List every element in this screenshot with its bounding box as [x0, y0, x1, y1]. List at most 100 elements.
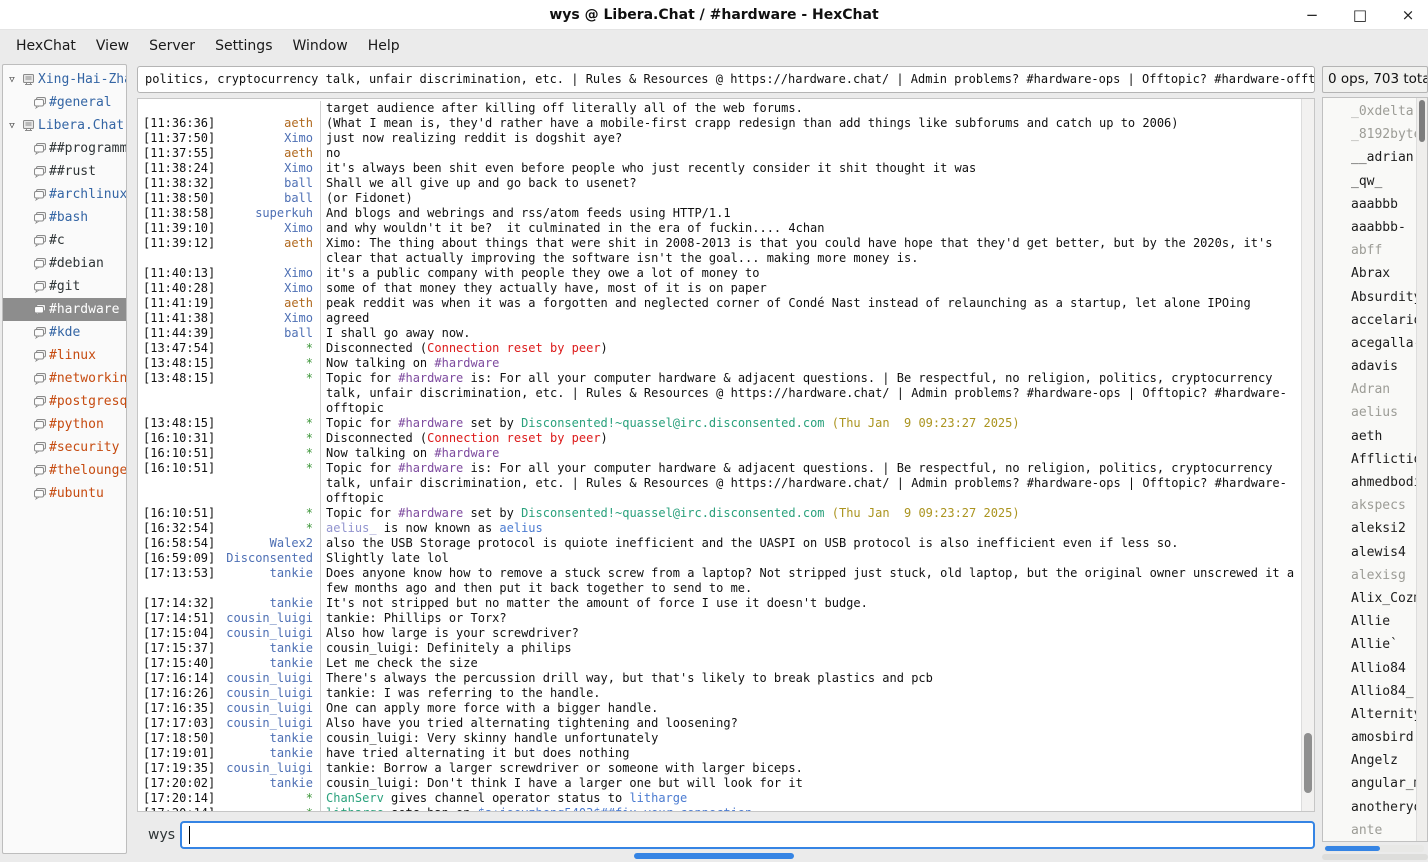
menu-item-hexchat[interactable]: HexChat [6, 33, 86, 59]
sidebar-item-xing-hai-zhan[interactable]: ▽Xing-Hai-Zhan [3, 68, 126, 91]
sidebar-item-python[interactable]: #python [3, 413, 126, 436]
chat-message: Topic for #hardware is: For all your com… [320, 371, 1301, 416]
close-button[interactable]: × [1400, 6, 1416, 24]
message-segment: Ximo: The thing about things that were s… [326, 236, 1280, 265]
user-ahmedbodi[interactable]: ahmedbodi [1323, 471, 1416, 494]
menu-item-help[interactable]: Help [358, 33, 410, 59]
chat-message: tankie: Borrow a larger screwdriver or s… [320, 761, 1301, 776]
chat-timestamp: [13:48:15] [138, 371, 220, 416]
user-acegalla[interactable]: acegalla- [1323, 332, 1416, 355]
sidebar-item-git[interactable]: #git [3, 275, 126, 298]
message-segment: is: For all your computer hardware & adj… [326, 371, 1287, 415]
chat-timestamp: [11:41:19] [138, 296, 220, 311]
user-accelario[interactable]: accelario [1323, 309, 1416, 332]
user-0xdelta[interactable]: _0xdelta [1323, 100, 1416, 123]
sidebar-item-programming[interactable]: ##programming [3, 137, 126, 160]
userlist-scrollbar[interactable] [1416, 98, 1427, 841]
sidebar-item-linux[interactable]: #linux [3, 344, 126, 367]
userlist-scrollbar-thumb[interactable] [1419, 100, 1425, 142]
topic-bar[interactable]: politics, cryptocurrency talk, unfair di… [137, 66, 1315, 93]
minimize-button[interactable]: − [1304, 6, 1320, 24]
chat-message: And blogs and webrings and rss/atom feed… [320, 206, 1301, 221]
user-aelius[interactable]: aelius [1323, 401, 1416, 424]
user-aleksi2[interactable]: aleksi2 [1323, 517, 1416, 540]
user-abff[interactable]: abff [1323, 239, 1416, 262]
maximize-button[interactable]: □ [1352, 6, 1368, 24]
chat-row: [11:38:50]ball(or Fidonet) [138, 191, 1301, 206]
user-allio84[interactable]: Allio84 [1323, 657, 1416, 680]
user-8192byte[interactable]: _8192byte [1323, 123, 1416, 146]
user-alexisg[interactable]: alexisg [1323, 564, 1416, 587]
sidebar-item-kde[interactable]: #kde [3, 321, 126, 344]
menu-item-window[interactable]: Window [282, 33, 357, 59]
chat-timestamp: [17:16:26] [138, 686, 220, 701]
message-segment: is: For all your computer hardware & adj… [326, 461, 1287, 505]
sidebar-item-libera-chat[interactable]: ▽Libera.Chat [3, 114, 126, 137]
user-adran[interactable]: Adran [1323, 378, 1416, 401]
sidebar-item-security[interactable]: #security [3, 436, 126, 459]
message-segment: litharge [629, 791, 687, 805]
chat-nick: tankie [220, 641, 320, 656]
user-allie[interactable]: Allie [1323, 610, 1416, 633]
chat-message: cousin_luigi: Definitely a philips [320, 641, 1301, 656]
chat-row: [16:59:09]DisconsentedSlightly late lol [138, 551, 1301, 566]
message-segment: #hardware [398, 416, 463, 430]
chat-timestamp: [17:15:40] [138, 656, 220, 671]
channel-icon [30, 372, 49, 385]
message-segment: Also how large is your screwdriver? [326, 626, 579, 640]
user-alternity[interactable]: Alternity [1323, 703, 1416, 726]
chat-timestamp: [11:41:38] [138, 311, 220, 326]
sidebar-item-rust[interactable]: ##rust [3, 160, 126, 183]
userlist-hscrollbar-thumb[interactable] [1325, 846, 1380, 851]
chat-row: [11:38:32]ballShall we all give up and g… [138, 176, 1301, 191]
sidebar-item-debian[interactable]: #debian [3, 252, 126, 275]
chat-timestamp: [13:48:15] [138, 416, 220, 431]
chat-scrollbar[interactable] [1301, 99, 1314, 811]
user-allie[interactable]: Allie` [1323, 633, 1416, 656]
user-akspecs[interactable]: akspecs [1323, 494, 1416, 517]
user-anotheryo[interactable]: anotheryo [1323, 796, 1416, 819]
user-alix-cozm[interactable]: Alix_Cozm [1323, 587, 1416, 610]
chat-timestamp: [11:38:24] [138, 161, 220, 176]
user-adrian[interactable]: __adrian [1323, 146, 1416, 169]
expander-icon[interactable]: ▽ [5, 75, 19, 85]
user-angelz[interactable]: Angelz [1323, 749, 1416, 772]
menu-item-server[interactable]: Server [139, 33, 205, 59]
menu-item-view[interactable]: View [86, 33, 139, 59]
sidebar-item-ubuntu[interactable]: #ubuntu [3, 482, 126, 505]
expander-icon[interactable]: ▽ [5, 121, 19, 131]
user-adavis[interactable]: adavis [1323, 355, 1416, 378]
message-input[interactable] [180, 821, 1315, 849]
user-allio84[interactable]: Allio84_ [1323, 680, 1416, 703]
user-ante[interactable]: ante [1323, 819, 1416, 841]
sidebar-item-c[interactable]: #c [3, 229, 126, 252]
sidebar-item-hardware[interactable]: #hardware [3, 298, 126, 321]
user-angular-m[interactable]: angular_m [1323, 772, 1416, 795]
message-segment: Connection reset by peer [427, 431, 600, 445]
user-qw[interactable]: _qw_ [1323, 170, 1416, 193]
sidebar-item-bash[interactable]: #bash [3, 206, 126, 229]
bottom-right-scrollbar[interactable] [1322, 854, 1428, 860]
chat-row: [11:38:24]Ximoit's always been shit even… [138, 161, 1301, 176]
user-absurdity[interactable]: Absurdity [1323, 286, 1416, 309]
user-amosbird[interactable]: amosbird [1323, 726, 1416, 749]
channel-icon [30, 188, 49, 201]
sidebar-item-networking[interactable]: #networking [3, 367, 126, 390]
user-alewis4[interactable]: alewis4 [1323, 541, 1416, 564]
userlist-hscrollbar[interactable] [1324, 845, 1424, 852]
sidebar-item-label: #c [49, 233, 65, 248]
chat-timestamp: [16:10:31] [138, 431, 220, 446]
menu-item-settings[interactable]: Settings [205, 33, 282, 59]
chat-scrollbar-thumb[interactable] [1304, 733, 1312, 794]
user-afflictio[interactable]: Afflictio [1323, 448, 1416, 471]
bottom-scrollbar-thumb[interactable] [634, 853, 794, 859]
sidebar-item-archlinux[interactable]: #archlinux [3, 183, 126, 206]
user-aeth[interactable]: aeth [1323, 425, 1416, 448]
user-abrax[interactable]: Abrax [1323, 262, 1416, 285]
user-aaabbb[interactable]: aaabbb [1323, 193, 1416, 216]
sidebar-item-general[interactable]: #general [3, 91, 126, 114]
user-aaabbb[interactable]: aaabbb- [1323, 216, 1416, 239]
sidebar-item-postgresql[interactable]: #postgresql [3, 390, 126, 413]
sidebar-item-thelounge[interactable]: #thelounge [3, 459, 126, 482]
message-segment: have tried alternating it but does nothi… [326, 746, 629, 760]
